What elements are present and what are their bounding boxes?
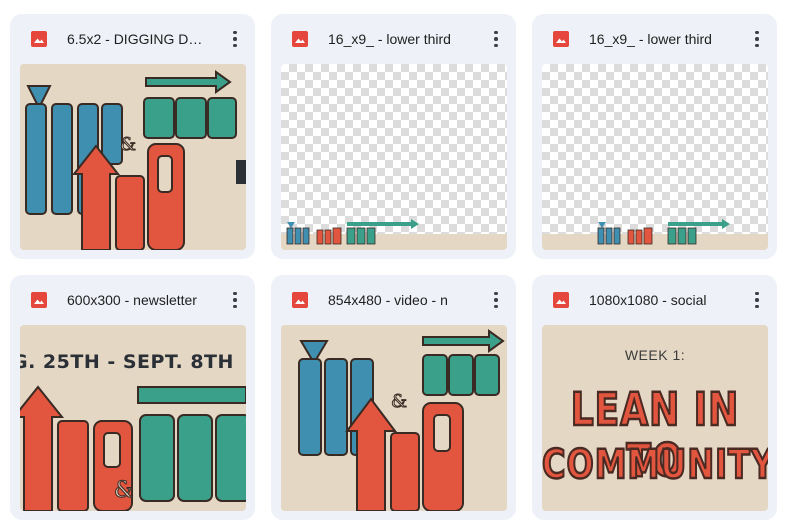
image-file-icon [553, 31, 569, 47]
file-card-header: 16_x9_ - lower third [271, 14, 516, 62]
file-card-header: 16_x9_ - lower third [532, 14, 777, 62]
more-options-icon[interactable] [749, 28, 765, 50]
file-card[interactable]: 854x480 - video - n & [271, 275, 516, 520]
file-name[interactable]: 16_x9_ - lower third [328, 30, 466, 48]
image-file-icon [292, 31, 308, 47]
file-name[interactable]: 16_x9_ - lower third [589, 30, 727, 48]
more-options-icon[interactable] [227, 28, 243, 50]
file-thumbnail[interactable]: G. 25TH - SEPT. 8TH & [20, 325, 246, 511]
week-label: WEEK 1: [624, 347, 686, 363]
file-thumbnail[interactable]: & [281, 325, 507, 511]
file-card[interactable]: 1080x1080 - social WEEK 1: LEAN IN TO CO… [532, 275, 777, 520]
file-name[interactable]: 6.5x2 - DIGGING DEEP [67, 30, 205, 48]
file-card[interactable]: 600x300 - newsletter G. 25TH - SEPT. 8TH… [10, 275, 255, 520]
more-options-icon[interactable] [749, 289, 765, 311]
file-card-header: 1080x1080 - social [532, 275, 777, 323]
file-card-header: 6.5x2 - DIGGING DEEP [10, 14, 255, 62]
file-card[interactable]: 6.5x2 - DIGGING DEEP & [10, 14, 255, 259]
file-name[interactable]: 600x300 - newsletter [67, 291, 205, 309]
headline-line-2: COMMUNITY [542, 439, 768, 489]
image-file-icon [553, 292, 569, 308]
file-card-header: 600x300 - newsletter [10, 275, 255, 323]
image-file-icon [31, 292, 47, 308]
file-thumbnail[interactable]: & [20, 64, 246, 250]
file-thumbnail[interactable] [281, 64, 507, 250]
more-options-icon[interactable] [488, 28, 504, 50]
more-options-icon[interactable] [227, 289, 243, 311]
image-file-icon [31, 31, 47, 47]
file-card[interactable]: 16_x9_ - lower third [532, 14, 777, 259]
file-card-header: 854x480 - video - n [271, 275, 516, 323]
svg-text:&: & [114, 478, 134, 503]
file-name[interactable]: 854x480 - video - n [328, 291, 466, 309]
image-file-icon [292, 292, 308, 308]
svg-text:&: & [391, 391, 407, 412]
file-card[interactable]: 16_x9_ - lower third [271, 14, 516, 259]
svg-text:&: & [120, 134, 136, 155]
file-thumbnail[interactable] [542, 64, 768, 250]
more-options-icon[interactable] [488, 289, 504, 311]
file-thumbnail[interactable]: WEEK 1: LEAN IN TO COMMUNITY [542, 325, 768, 511]
file-name[interactable]: 1080x1080 - social [589, 291, 727, 309]
